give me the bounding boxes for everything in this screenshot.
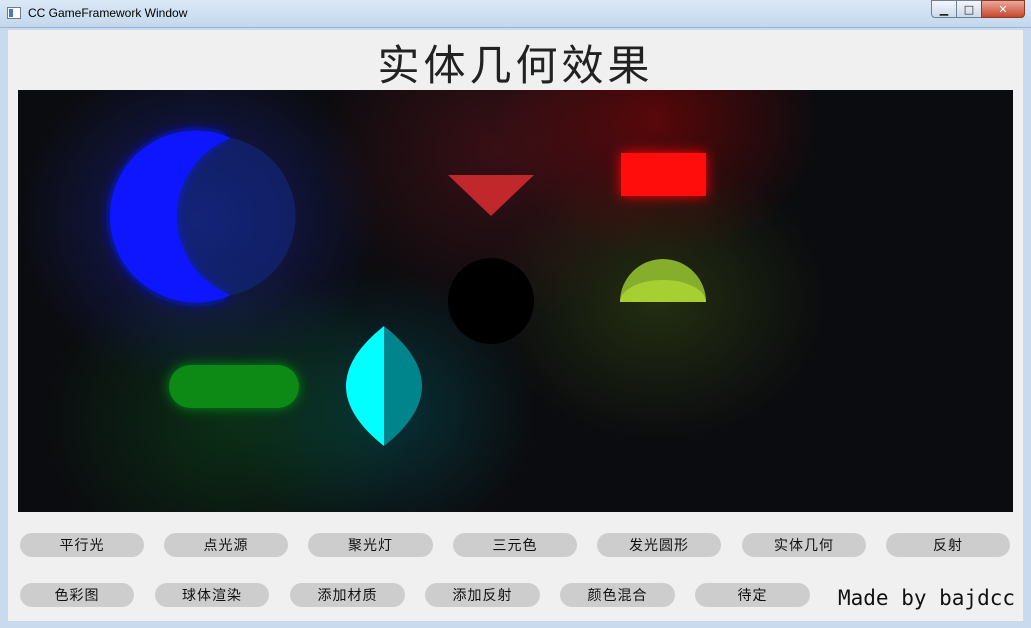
close-icon: ✕	[998, 2, 1008, 16]
btn-sphere-render[interactable]: 球体渲染	[155, 583, 269, 607]
lens-shape	[346, 326, 422, 446]
btn-three-primary[interactable]: 三元色	[453, 533, 577, 557]
semicircle-shape	[620, 259, 706, 302]
minimize-icon: ▁	[939, 2, 949, 16]
btn-reflection[interactable]: 反射	[886, 533, 1010, 557]
btn-solid-geometry[interactable]: 实体几何	[742, 533, 866, 557]
btn-parallel-light[interactable]: 平行光	[20, 533, 144, 557]
btn-color-blend[interactable]: 颜色混合	[560, 583, 675, 607]
btn-color-map[interactable]: 色彩图	[20, 583, 134, 607]
signature-label: Made by bajdcc	[838, 586, 1016, 610]
client-area: 实体几何效果 平行光 点光源 聚光灯 三元色 发光圆形 实体几何 反射 色彩图 …	[8, 30, 1023, 621]
minimize-button[interactable]: ▁	[931, 0, 957, 18]
window-title: CC GameFramework Window	[28, 6, 188, 20]
render-canvas[interactable]	[18, 90, 1013, 512]
maximize-button[interactable]: □	[956, 0, 982, 18]
triangle-shape	[448, 175, 534, 216]
btn-spotlight[interactable]: 聚光灯	[308, 533, 433, 557]
window-frame: 实体几何效果 平行光 点光源 聚光灯 三元色 发光圆形 实体几何 反射 色彩图 …	[0, 28, 1031, 628]
title-bar: CC GameFramework Window ▁ □ ✕	[0, 0, 1031, 28]
maximize-icon: □	[963, 2, 975, 16]
page-title: 实体几何效果	[377, 41, 654, 90]
app-icon	[7, 7, 21, 19]
close-button[interactable]: ✕	[981, 0, 1025, 18]
capsule-shape	[169, 365, 299, 408]
btn-add-reflection[interactable]: 添加反射	[425, 583, 540, 607]
btn-add-material[interactable]: 添加材质	[290, 583, 405, 607]
btn-point-light[interactable]: 点光源	[164, 533, 288, 557]
rectangle-shape	[621, 153, 706, 196]
btn-glow-circle[interactable]: 发光圆形	[597, 533, 721, 557]
black-circle-shape	[448, 258, 534, 344]
btn-pending[interactable]: 待定	[695, 583, 810, 607]
